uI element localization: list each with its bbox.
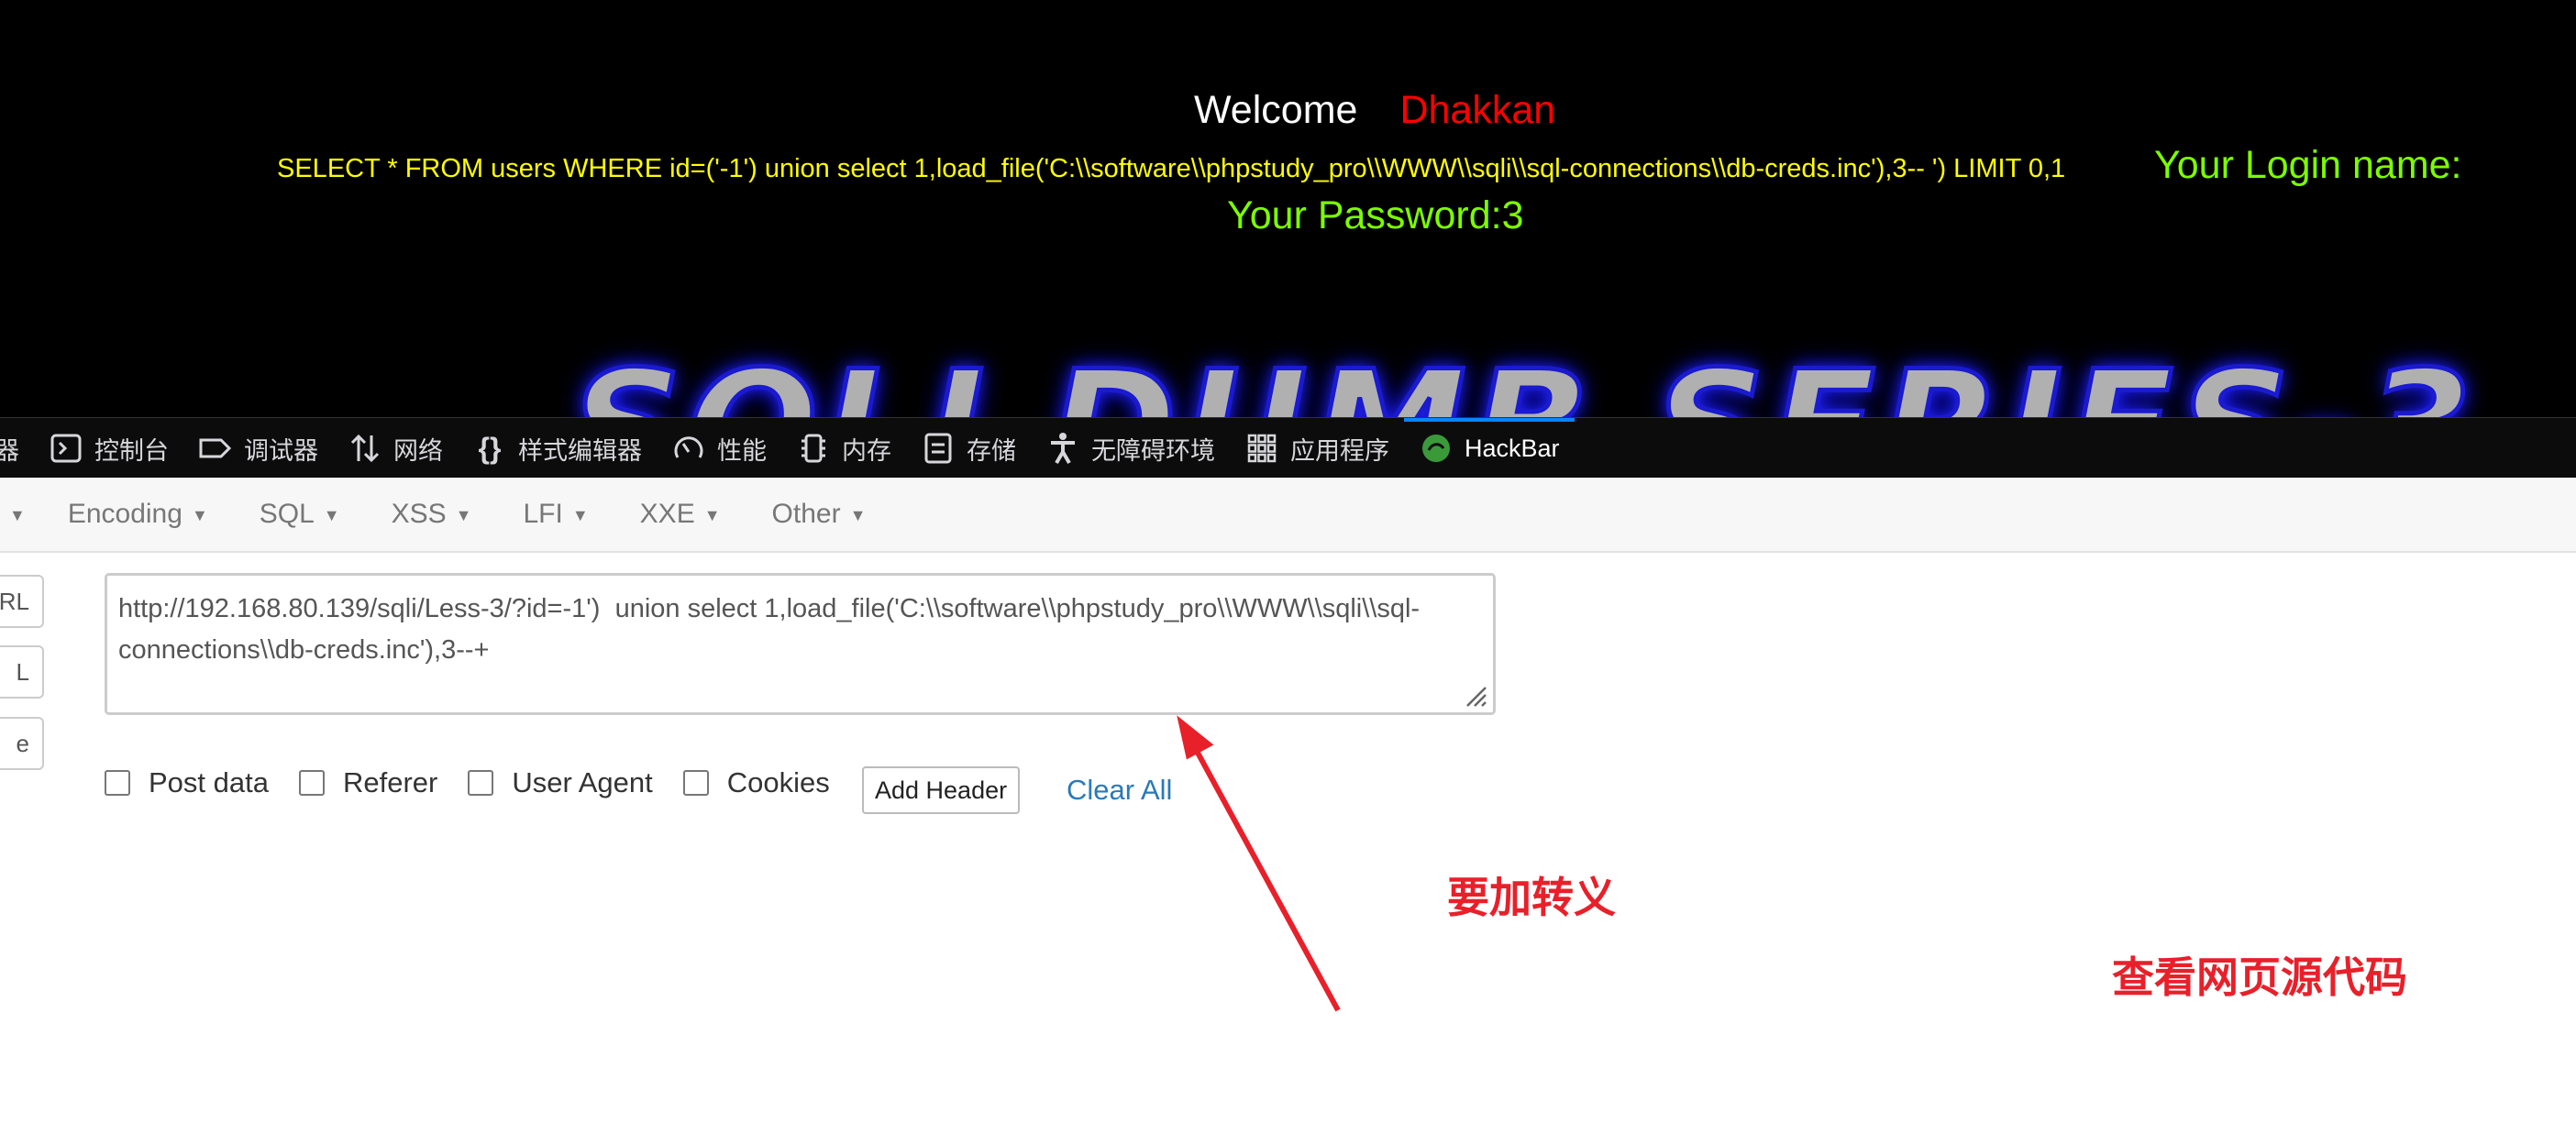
- escape-annotation: 要加转义: [1447, 874, 1616, 921]
- view-source-annotation: 查看网页源代码: [2112, 953, 2407, 1001]
